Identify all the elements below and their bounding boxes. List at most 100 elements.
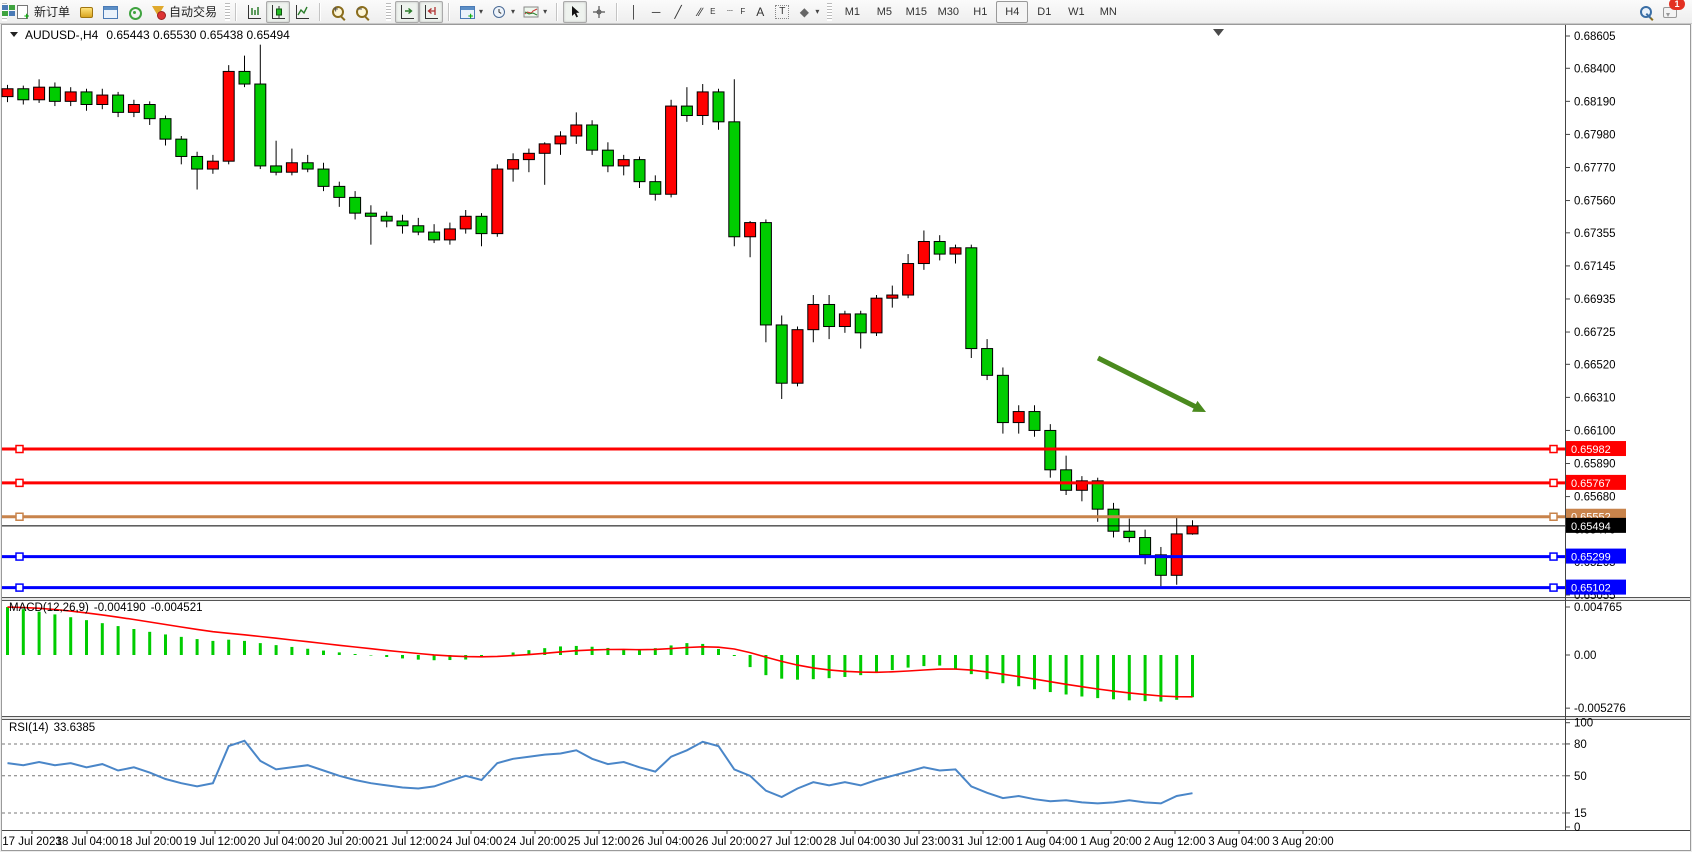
candle xyxy=(1140,538,1151,555)
new-chart-button[interactable]: +▾ xyxy=(455,1,487,23)
time-tick-label: 1 Aug 04:00 xyxy=(1016,836,1077,848)
candle xyxy=(508,160,519,169)
price-line-handle[interactable] xyxy=(1550,479,1557,486)
candle xyxy=(476,216,487,233)
candle xyxy=(997,375,1008,422)
price-tick-label: 0.66100 xyxy=(1574,425,1616,437)
time-tick-label: 27 Jul 12:00 xyxy=(760,836,823,848)
channel-icon: ∕∕ xyxy=(693,4,707,20)
time-tick-label: 21 Jul 12:00 xyxy=(376,836,439,848)
trendline-button[interactable]: ╱ xyxy=(667,1,689,23)
panel-separator[interactable] xyxy=(2,716,1690,720)
zoom-out-icon: − xyxy=(354,4,370,20)
time-tick-label: 24 Jul 04:00 xyxy=(440,836,503,848)
new-order-button[interactable]: + 新订单 xyxy=(11,1,74,23)
price-line-handle[interactable] xyxy=(16,513,23,520)
text-label-icon: T xyxy=(775,5,789,19)
notifications-button[interactable]: 1 xyxy=(1658,1,1682,23)
candle xyxy=(871,298,882,333)
bar-chart-button[interactable] xyxy=(242,1,266,23)
equidistant-channel-button[interactable]: ∕∕E xyxy=(689,1,719,23)
timeframe-mn[interactable]: MN xyxy=(1092,1,1124,23)
price-tick-label: 0.67560 xyxy=(1574,196,1616,208)
notification-badge: 1 xyxy=(1669,0,1685,10)
chart-area[interactable]: 0.686050.684000.681900.679800.677700.675… xyxy=(0,24,1692,852)
search-button[interactable] xyxy=(1634,1,1658,23)
price-line-handle[interactable] xyxy=(1550,513,1557,520)
time-tick-label: 18 Jul 04:00 xyxy=(56,836,119,848)
price-line-handle[interactable] xyxy=(1550,584,1557,591)
timeframe-m1[interactable]: M1 xyxy=(836,1,868,23)
vertical-line-button[interactable]: │ xyxy=(623,1,645,23)
timeframe-d1[interactable]: D1 xyxy=(1028,1,1060,23)
candlestick-chart-button[interactable] xyxy=(266,1,290,23)
candle xyxy=(855,314,866,333)
panel-separator[interactable] xyxy=(2,597,1690,601)
fibonacci-icon: ┄ xyxy=(723,4,737,20)
cursor-button[interactable] xyxy=(563,1,587,23)
candle xyxy=(18,89,29,100)
time-tick-label: 20 Jul 20:00 xyxy=(312,836,375,848)
price-line-handle[interactable] xyxy=(16,479,23,486)
line-chart-icon xyxy=(294,4,310,20)
price-tick-label: 0.68190 xyxy=(1574,96,1616,108)
time-tick-label: 18 Jul 20:00 xyxy=(120,836,183,848)
dropdown-arrow-icon[interactable]: ▾ xyxy=(511,7,515,16)
template-button[interactable]: ▾ xyxy=(519,1,551,23)
chart-shift-button[interactable] xyxy=(419,1,443,23)
timeframe-m15[interactable]: M15 xyxy=(900,1,932,23)
timeframe-m5[interactable]: M5 xyxy=(868,1,900,23)
price-line-handle[interactable] xyxy=(16,446,23,453)
price-line-handle[interactable] xyxy=(1550,553,1557,560)
separator xyxy=(235,3,237,21)
dropdown-arrow-icon[interactable]: ▾ xyxy=(815,7,819,16)
price-badge-label: 0.65982 xyxy=(1571,444,1611,456)
autotrading-label: 自动交易 xyxy=(169,3,217,20)
price-line-handle[interactable] xyxy=(16,584,23,591)
price-tick-label: 0.66935 xyxy=(1574,294,1616,306)
candle xyxy=(176,139,187,156)
candle xyxy=(1013,412,1024,423)
period-button[interactable]: ▾ xyxy=(487,1,519,23)
price-tick-label: 0.67355 xyxy=(1574,228,1616,240)
market-watch-button[interactable] xyxy=(74,1,98,23)
timeframe-h4[interactable]: H4 xyxy=(996,1,1028,23)
price-line-handle[interactable] xyxy=(16,553,23,560)
time-tick-label: 19 Jul 12:00 xyxy=(184,836,247,848)
main-toolbar: + 新订单 自动交易 + − +▾ ▾ ▾ │ xyxy=(0,0,1692,24)
zoom-out-button[interactable]: − xyxy=(350,1,374,23)
candle xyxy=(776,325,787,383)
timeframe-m30[interactable]: M30 xyxy=(932,1,964,23)
price-tick-label: 0.68605 xyxy=(1574,31,1616,43)
price-tick-label: 0.66310 xyxy=(1574,392,1616,404)
dropdown-arrow-icon[interactable]: ▾ xyxy=(543,7,547,16)
zoom-in-button[interactable]: + xyxy=(326,1,350,23)
navigator-button[interactable] xyxy=(122,1,146,23)
candle xyxy=(1171,534,1182,575)
dropdown-arrow-icon[interactable]: ▾ xyxy=(479,7,483,16)
candle xyxy=(1124,531,1135,537)
ohlc-values: 0.65443 0.65530 0.65438 0.65494 xyxy=(106,28,290,42)
macd-label: MACD(12,26,9)-0.004190-0.004521 xyxy=(9,602,202,614)
text-label-button[interactable]: T xyxy=(771,1,793,23)
timeframe-w1[interactable]: W1 xyxy=(1060,1,1092,23)
crosshair-button[interactable] xyxy=(587,1,611,23)
line-chart-button[interactable] xyxy=(290,1,314,23)
macd-tick-label: 0.00 xyxy=(1574,650,1596,662)
new-order-label: 新订单 xyxy=(34,3,70,20)
auto-scroll-button[interactable] xyxy=(395,1,419,23)
timeframe-h1[interactable]: H1 xyxy=(964,1,996,23)
horizontal-line-button[interactable]: ─ xyxy=(645,1,667,23)
candle xyxy=(824,304,835,326)
candle xyxy=(792,330,803,384)
text-button[interactable]: A xyxy=(749,1,771,23)
price-line-handle[interactable] xyxy=(1550,446,1557,453)
shapes-button[interactable]: ◆▾ xyxy=(793,1,823,23)
candle xyxy=(460,216,471,229)
candle xyxy=(634,160,645,182)
fibonacci-button[interactable]: ┄F xyxy=(719,1,749,23)
autotrading-button[interactable]: 自动交易 xyxy=(146,1,221,23)
data-window-button[interactable] xyxy=(98,1,122,23)
tile-windows-button[interactable] xyxy=(374,1,382,23)
candle xyxy=(444,229,455,240)
